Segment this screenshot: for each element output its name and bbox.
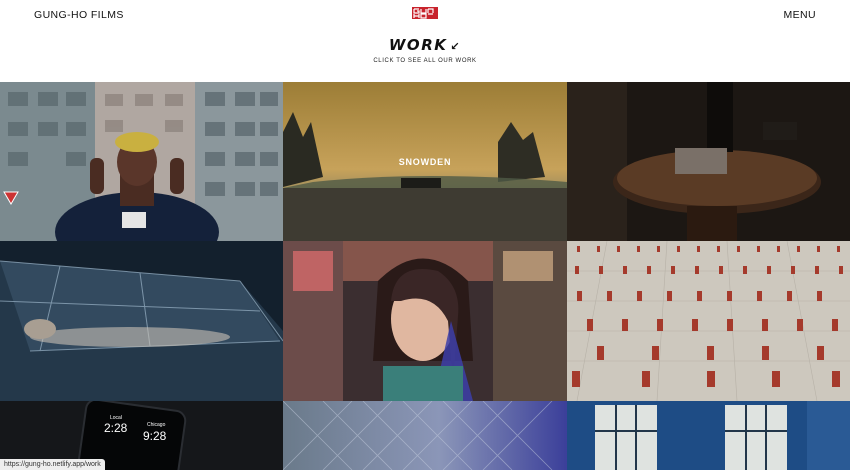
work-tile-rapper[interactable] (0, 82, 283, 241)
gung-ho-logo[interactable] (412, 7, 438, 19)
work-subtitle[interactable]: CLICK TO SEE ALL OUR WORK (0, 58, 850, 64)
page-title[interactable]: WORK ↙ (0, 36, 850, 54)
glass-pod-image (0, 241, 283, 401)
work-tile-snowden[interactable]: SNOWDEN (283, 82, 567, 241)
work-tile-fence[interactable] (283, 401, 567, 470)
status-bar-url: https://gung-ho.netlify.app/work (0, 459, 105, 470)
snowden-label: SNOWDEN (398, 156, 452, 167)
site-header: GUNG-HO FILMS MENU WORK ↙ CLICK TO SEE AL… (0, 0, 850, 82)
market-woman-image (283, 241, 567, 401)
work-tile-basketball[interactable] (567, 241, 850, 401)
brand-link[interactable]: GUNG-HO FILMS (34, 9, 124, 21)
menu-button[interactable]: MENU (783, 9, 816, 21)
work-tile-table[interactable] (567, 82, 850, 241)
basketball-image (567, 241, 850, 401)
fence-image (283, 401, 553, 470)
work-tile-glass-pod[interactable] (0, 241, 283, 401)
phone-chicago-time: 9:28 (143, 429, 167, 443)
work-grid: SNOWDEN Local 2:28 Chicago 9:28 (0, 82, 850, 470)
work-tile-gym[interactable] (567, 401, 850, 470)
gym-image (567, 401, 850, 470)
rapper-image (0, 82, 283, 241)
arrow-down-left-icon: ↙ (450, 40, 462, 53)
work-tile-market-woman[interactable] (283, 241, 567, 401)
work-title-text: WORK (388, 36, 448, 54)
table-image (567, 82, 850, 241)
phone-local-time: 2:28 (104, 421, 128, 435)
phone-chicago-label: Chicago (147, 422, 166, 428)
